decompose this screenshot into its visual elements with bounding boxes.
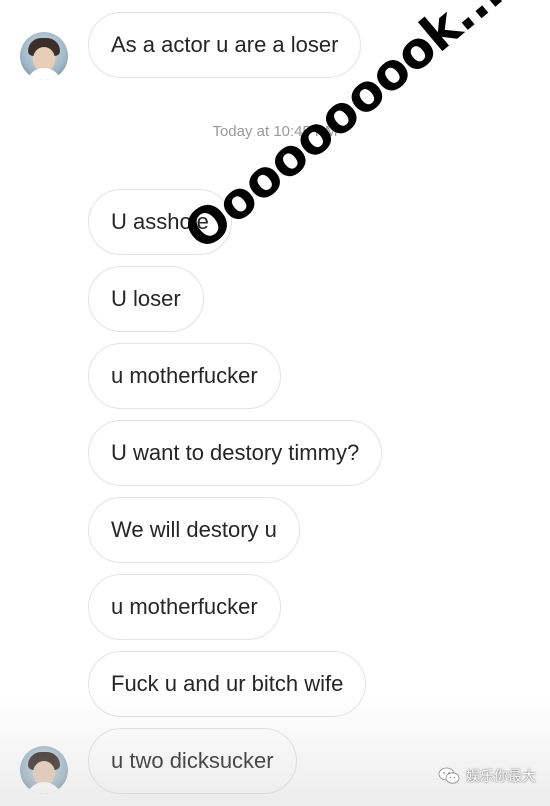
message-bubble[interactable]: As a actor u are a loser [88,12,362,78]
message-bubble[interactable]: u two dicksucker [88,728,297,794]
chat-screen: As a actor u are a loser Today at 10:45 … [0,0,550,806]
message-bubble[interactable]: Fuck u and ur bitch wife [88,651,367,717]
wechat-icon [438,767,460,785]
message-bubble[interactable]: u motherfucker [88,574,281,640]
watermark-label: 娱乐你最大 [466,768,536,784]
watermark: 娱乐你最大 [438,766,536,786]
message-bubble[interactable]: U want to destory timmy? [88,420,383,486]
message-bubble[interactable]: We will destory u [88,497,300,563]
message-bubble[interactable]: u motherfucker [88,343,281,409]
sender-avatar[interactable] [20,32,68,80]
message-bubble[interactable]: U loser [88,266,204,332]
sender-avatar[interactable] [20,746,68,794]
